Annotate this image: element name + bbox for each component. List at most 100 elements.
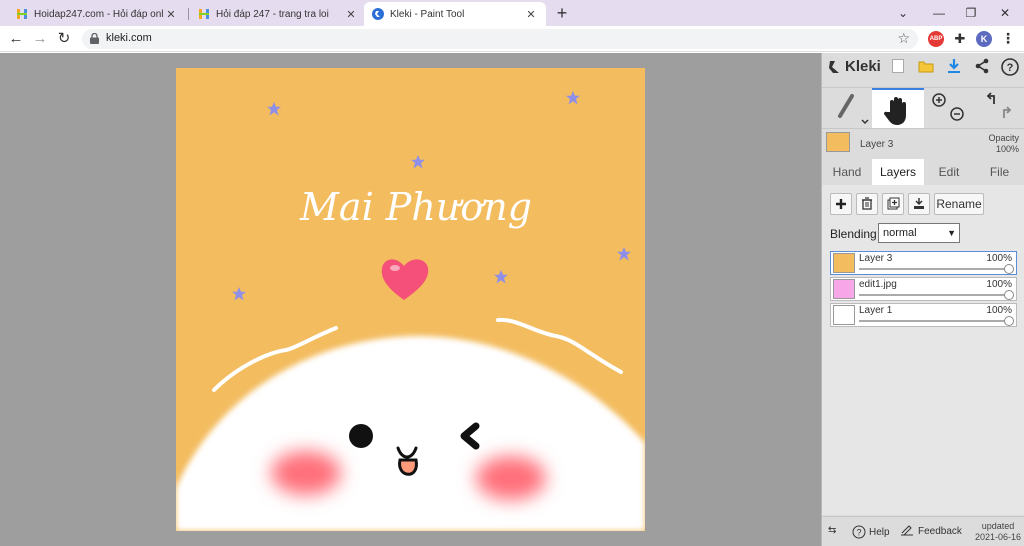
zoom-in-out-icon (932, 93, 964, 121)
browser-menu-icon[interactable]: ⋮ (1000, 31, 1016, 47)
tab-title: Kleki - Paint Tool (390, 8, 465, 20)
layer-thumbnail (833, 253, 855, 273)
layers-panel: Rename Blending normal ▼ Layer 3 100% ed… (822, 185, 1024, 515)
address-bar[interactable]: kleki.com ☆ (82, 29, 918, 49)
kleki-logo-icon (829, 60, 839, 73)
panel-footer: ⇆ ? Help Feedback updated 2021-06-16 (822, 516, 1024, 546)
kleki-side-panel: Kleki ? Layer 3 Opacity 100% Hand Layers… (821, 53, 1024, 546)
add-layer-button[interactable] (830, 193, 852, 215)
svg-text:?: ? (1007, 62, 1014, 74)
layer-row-layer-3[interactable]: Layer 3 100% (830, 251, 1017, 275)
feedback-link[interactable]: Feedback (900, 525, 962, 537)
profile-avatar[interactable]: K (976, 31, 992, 47)
hoidap-favicon-icon (198, 8, 210, 20)
layer-row-layer-1[interactable]: Layer 1 100% (830, 303, 1017, 327)
undo-redo-buttons[interactable] (974, 88, 1024, 128)
layer-name: Layer 3 (859, 253, 893, 264)
layer-row-edit1[interactable]: edit1.jpg 100% (830, 277, 1017, 301)
open-folder-icon[interactable] (916, 58, 936, 78)
browser-tab-1[interactable]: Hoidap247.com - Hỏi đáp online ✕ (8, 2, 186, 26)
blending-mode-value: normal (883, 227, 917, 239)
rename-layer-button[interactable]: Rename (934, 193, 984, 215)
adblock-extension-icon[interactable]: ABP (928, 31, 944, 47)
browser-tab-3-active[interactable]: Kleki - Paint Tool ✕ (364, 2, 546, 26)
forward-icon[interactable]: → (30, 29, 50, 49)
opacity-slider-handle[interactable] (1004, 290, 1014, 300)
close-tab-icon[interactable]: ✕ (524, 8, 538, 21)
kleki-favicon-icon (372, 8, 384, 20)
extensions-puzzle-icon[interactable]: ✚ (952, 31, 968, 47)
duplicate-icon (887, 197, 899, 210)
mouth-open (398, 458, 418, 476)
new-tab-icon[interactable]: + (552, 3, 572, 23)
help-label: Help (869, 526, 890, 538)
svg-text:?: ? (856, 528, 861, 538)
layer-opacity: 100% (986, 279, 1012, 290)
share-icon[interactable] (972, 58, 992, 78)
drawing-workspace[interactable]: Mai Phương (0, 53, 821, 546)
brush-tool-button[interactable] (822, 88, 872, 128)
opacity-label: Opacity (988, 133, 1019, 143)
duplicate-layer-button[interactable] (882, 193, 904, 215)
url-text: kleki.com (106, 32, 152, 44)
hoidap-favicon-icon (16, 8, 28, 20)
reload-icon[interactable]: ↻ (54, 29, 74, 49)
opacity-readout: Opacity 100% (988, 133, 1019, 155)
feedback-label: Feedback (918, 525, 962, 537)
new-file-icon[interactable] (888, 58, 908, 78)
hand-tool-button[interactable] (872, 88, 924, 128)
lock-icon (90, 33, 99, 44)
blush-right (476, 456, 546, 500)
eye-left (349, 424, 373, 448)
layer-name: Layer 1 (859, 305, 893, 316)
tab-file[interactable]: File (974, 159, 1024, 185)
plus-icon (836, 199, 846, 209)
canvas-artwork: Mai Phương (176, 68, 645, 531)
updated-info: updated 2021-06-16 (975, 521, 1021, 543)
tab-hand[interactable]: Hand (822, 159, 872, 185)
feedback-icon (901, 525, 913, 536)
tool-row (822, 87, 1024, 129)
tab-edit[interactable]: Edit (924, 159, 974, 185)
layer-thumbnail (826, 132, 850, 152)
browser-tab-strip: Hoidap247.com - Hỏi đáp online ✕ Hỏi đáp… (0, 0, 1024, 26)
blending-mode-select[interactable]: normal ▼ (878, 223, 960, 243)
layer-opacity: 100% (986, 253, 1012, 264)
handwritten-text: Mai Phương (299, 185, 532, 229)
hand-icon (883, 97, 906, 125)
help-link[interactable]: ? Help (852, 525, 890, 539)
restore-icon[interactable]: ❐ (956, 3, 986, 23)
close-window-icon[interactable]: ✕ (990, 3, 1020, 23)
opacity-slider-handle[interactable] (1004, 316, 1014, 326)
layer-thumbnail (833, 279, 855, 299)
delete-layer-button[interactable] (856, 193, 878, 215)
kleki-logo: Kleki (828, 58, 881, 75)
brush-icon (838, 94, 869, 125)
layer-opacity-slider[interactable] (859, 268, 1010, 270)
drawing-canvas[interactable]: Mai Phương (176, 68, 645, 531)
browser-tab-2[interactable]: Hỏi đáp 247 - trang tra loi ✕ (190, 2, 366, 26)
help-circle-icon[interactable]: ? (1000, 58, 1020, 78)
current-layer-summary: Layer 3 Opacity 100% (822, 129, 1024, 159)
layer-opacity-slider[interactable] (859, 294, 1010, 296)
merge-down-icon (914, 198, 924, 209)
download-icon[interactable] (944, 58, 964, 78)
merge-down-button[interactable] (908, 193, 930, 215)
tab-search-icon[interactable]: ⌄ (888, 3, 918, 23)
layer-opacity-slider[interactable] (859, 320, 1010, 322)
zoom-buttons[interactable] (926, 88, 974, 128)
opacity-slider-handle[interactable] (1004, 264, 1014, 274)
trash-icon (862, 197, 872, 210)
swap-side-icon[interactable]: ⇆ (828, 525, 836, 536)
back-icon[interactable]: ← (6, 29, 26, 49)
browser-toolbar: ← → ↻ kleki.com ☆ ABP ✚ K ⋮ (0, 26, 1024, 52)
close-tab-icon[interactable]: ✕ (344, 8, 358, 21)
tab-layers[interactable]: Layers (872, 159, 924, 185)
minimize-icon[interactable]: — (924, 3, 954, 23)
panel-tabs: Hand Layers Edit File (822, 159, 1024, 185)
help-circle-icon: ? (852, 525, 866, 539)
tab-title: Hoidap247.com - Hỏi đáp online (34, 8, 164, 20)
close-tab-icon[interactable]: ✕ (164, 8, 178, 21)
updated-date: 2021-06-16 (974, 532, 1021, 542)
bookmark-star-icon[interactable]: ☆ (897, 30, 910, 47)
